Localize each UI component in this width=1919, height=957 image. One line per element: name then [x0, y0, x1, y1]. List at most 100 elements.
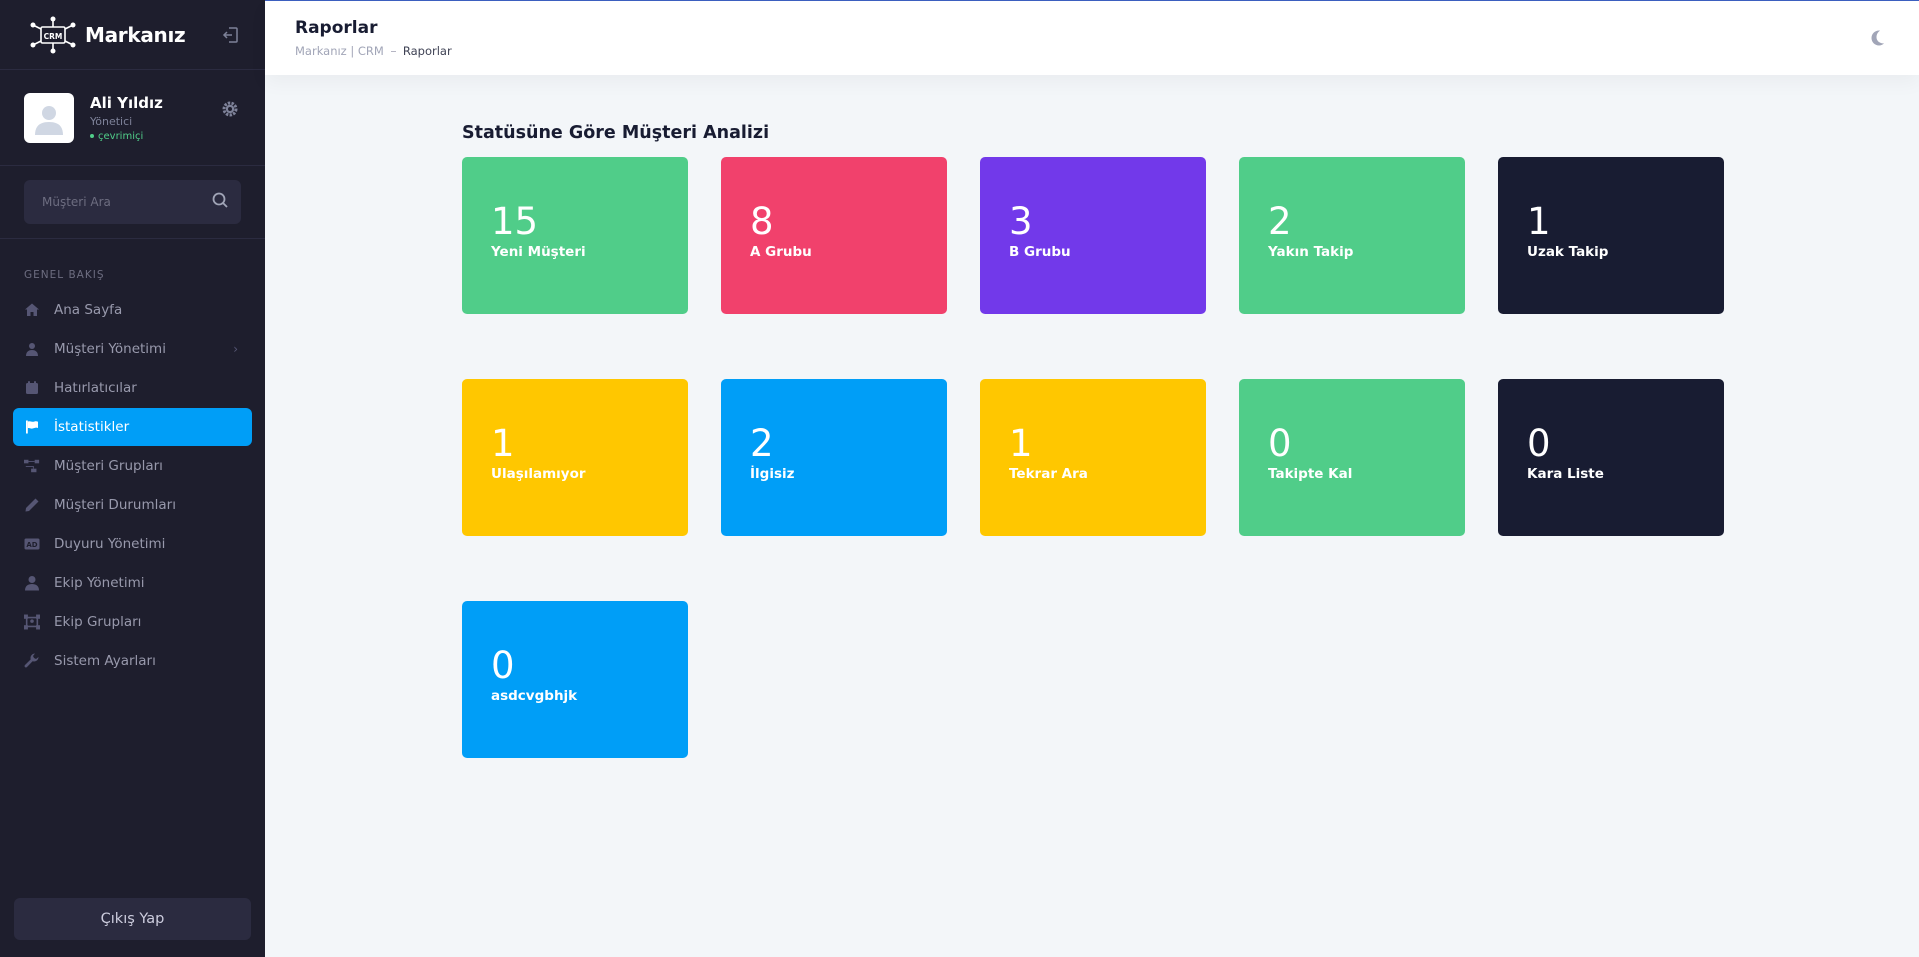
sidebar-item-ekip-gruplari[interactable]: Ekip Grupları	[13, 603, 252, 641]
sidebar-item-musteri-gruplari[interactable]: Müşteri Grupları	[13, 447, 252, 485]
card-count: 15	[491, 200, 539, 243]
sidebar-item-ekip-yonetimi[interactable]: Ekip Yönetimi	[13, 564, 252, 602]
wrench-icon	[24, 653, 40, 669]
group-frame-icon	[24, 614, 40, 630]
sidebar-item-hatirlaticilar[interactable]: Hatırlatıcılar	[13, 369, 252, 407]
sidebar-item-label: Hatırlatıcılar	[54, 380, 137, 396]
moon-icon[interactable]	[1865, 26, 1889, 50]
user-icon	[24, 341, 40, 357]
chevron-right-icon: ›	[233, 342, 238, 356]
card-label: İlgisiz	[750, 466, 795, 482]
user-status: çevrimiçi	[90, 131, 163, 142]
status-card[interactable]: 0 Takipte Kal	[1239, 379, 1465, 536]
sidebar-item-label: Ekip Grupları	[54, 614, 142, 630]
person-icon	[24, 575, 40, 591]
sidebar-item-label: Sistem Ayarları	[54, 653, 156, 669]
sidebar-menu: Ana Sayfa Müşteri Yönetimi › Hatırlatıcı…	[0, 291, 265, 680]
menu-section-label: GENEL BAKIŞ	[24, 269, 105, 281]
status-card[interactable]: 1 Tekrar Ara	[980, 379, 1206, 536]
sidebar-item-label: Ana Sayfa	[54, 302, 123, 318]
section-title: Statüsüne Göre Müşteri Analizi	[462, 123, 770, 143]
card-label: Yakın Takip	[1268, 244, 1354, 260]
card-label: Ulaşılamıyor	[491, 466, 586, 482]
card-count: 0	[1268, 422, 1292, 465]
user-status-text: çevrimiçi	[98, 130, 144, 142]
search-input[interactable]	[42, 195, 202, 209]
status-card[interactable]: 0 Kara Liste	[1498, 379, 1724, 536]
flag-icon	[24, 419, 40, 435]
sidebar-item-label: Duyuru Yönetimi	[54, 536, 166, 552]
svg-text:AD: AD	[26, 541, 37, 549]
card-label: Tekrar Ara	[1009, 466, 1088, 482]
ad-icon: AD	[24, 536, 40, 552]
sidebar-item-label: İstatistikler	[54, 419, 130, 435]
status-card[interactable]: 2 İlgisiz	[721, 379, 947, 536]
sidebar-item-ana-sayfa[interactable]: Ana Sayfa	[13, 291, 252, 329]
search-container	[0, 166, 265, 239]
brand-header: CRM Markanız	[0, 0, 265, 70]
card-label: Yeni Müşteri	[491, 244, 586, 260]
sidebar-item-sistem-ayarlari[interactable]: Sistem Ayarları	[13, 642, 252, 680]
card-count: 2	[1268, 200, 1292, 243]
card-count: 2	[750, 422, 774, 465]
status-card[interactable]: 1 Ulaşılamıyor	[462, 379, 688, 536]
user-profile: Ali Yıldız Yönetici çevrimiçi	[0, 70, 265, 166]
sidebar-item-musteri-durumlari[interactable]: Müşteri Durumları	[13, 486, 252, 524]
sidebar-item-label: Müşteri Grupları	[54, 458, 163, 474]
status-card[interactable]: 8 A Grubu	[721, 157, 947, 314]
report-content: Statüsüne Göre Müşteri Analizi 15 Yeni M…	[265, 75, 1919, 758]
breadcrumb-item-current: Raporlar	[402, 44, 452, 58]
card-label: asdcvgbhjk	[491, 688, 578, 704]
breadcrumb-item-home[interactable]: Markanız | CRM	[295, 44, 384, 58]
brand-name: Markanız	[85, 22, 186, 47]
status-card[interactable]: 0 asdcvgbhjk	[462, 601, 688, 758]
logo-text: CRM	[44, 32, 63, 41]
home-icon	[24, 302, 40, 318]
logout-container: Çıkış Yap	[14, 898, 251, 940]
collapse-sidebar-icon[interactable]	[221, 25, 241, 45]
logout-button[interactable]: Çıkış Yap	[14, 898, 251, 940]
card-count: 0	[1527, 422, 1551, 465]
sidebar: CRM Markanız Ali Yıldız Yönetici çevrimi…	[0, 0, 265, 957]
sidebar-item-label: Müşteri Yönetimi	[54, 341, 166, 357]
avatar-placeholder-icon	[35, 105, 63, 135]
card-count: 1	[1009, 422, 1033, 465]
topbar: Raporlar Markanız | CRM Raporlar	[265, 0, 1919, 75]
search-box	[24, 180, 241, 224]
card-label: A Grubu	[750, 244, 812, 260]
brand-logo-link[interactable]: CRM Markanız	[29, 15, 186, 55]
user-name: Ali Yıldız	[90, 93, 163, 112]
gear-icon[interactable]	[221, 100, 239, 118]
page-heading: Raporlar Markanız | CRM Raporlar	[295, 18, 452, 58]
user-role: Yönetici	[90, 114, 133, 128]
status-card[interactable]: 1 Uzak Takip	[1498, 157, 1724, 314]
status-card[interactable]: 3 B Grubu	[980, 157, 1206, 314]
card-count: 0	[491, 644, 515, 687]
sidebar-item-istatistikler[interactable]: İstatistikler	[13, 408, 252, 446]
status-card[interactable]: 15 Yeni Müşteri	[462, 157, 688, 314]
status-card[interactable]: 2 Yakın Takip	[1239, 157, 1465, 314]
breadcrumb: Markanız | CRM Raporlar	[295, 44, 452, 58]
sidebar-item-musteri-yonetimi[interactable]: Müşteri Yönetimi ›	[13, 330, 252, 368]
card-count: 1	[1527, 200, 1551, 243]
card-label: Takipte Kal	[1268, 466, 1353, 482]
sidebar-item-label: Müşteri Durumları	[54, 497, 176, 513]
pencil-icon	[24, 497, 40, 513]
search-icon[interactable]	[211, 191, 229, 213]
main-area: Raporlar Markanız | CRM Raporlar Statüsü…	[265, 0, 1919, 957]
calendar-icon	[24, 380, 40, 396]
card-count: 8	[750, 200, 774, 243]
sidebar-item-label: Ekip Yönetimi	[54, 575, 145, 591]
status-dot-icon	[90, 134, 94, 138]
card-label: Uzak Takip	[1527, 244, 1609, 260]
crm-logo-icon: CRM	[29, 15, 77, 55]
card-label: B Grubu	[1009, 244, 1071, 260]
hierarchy-icon	[24, 458, 40, 474]
card-count: 1	[491, 422, 515, 465]
card-count: 3	[1009, 200, 1033, 243]
avatar[interactable]	[24, 92, 74, 143]
card-label: Kara Liste	[1527, 466, 1604, 482]
status-cards-grid: 15 Yeni Müşteri 8 A Grubu 3 B Grubu 2 Ya…	[462, 157, 1919, 758]
page-title: Raporlar	[295, 18, 378, 38]
sidebar-item-duyuru-yonetimi[interactable]: AD Duyuru Yönetimi	[13, 525, 252, 563]
